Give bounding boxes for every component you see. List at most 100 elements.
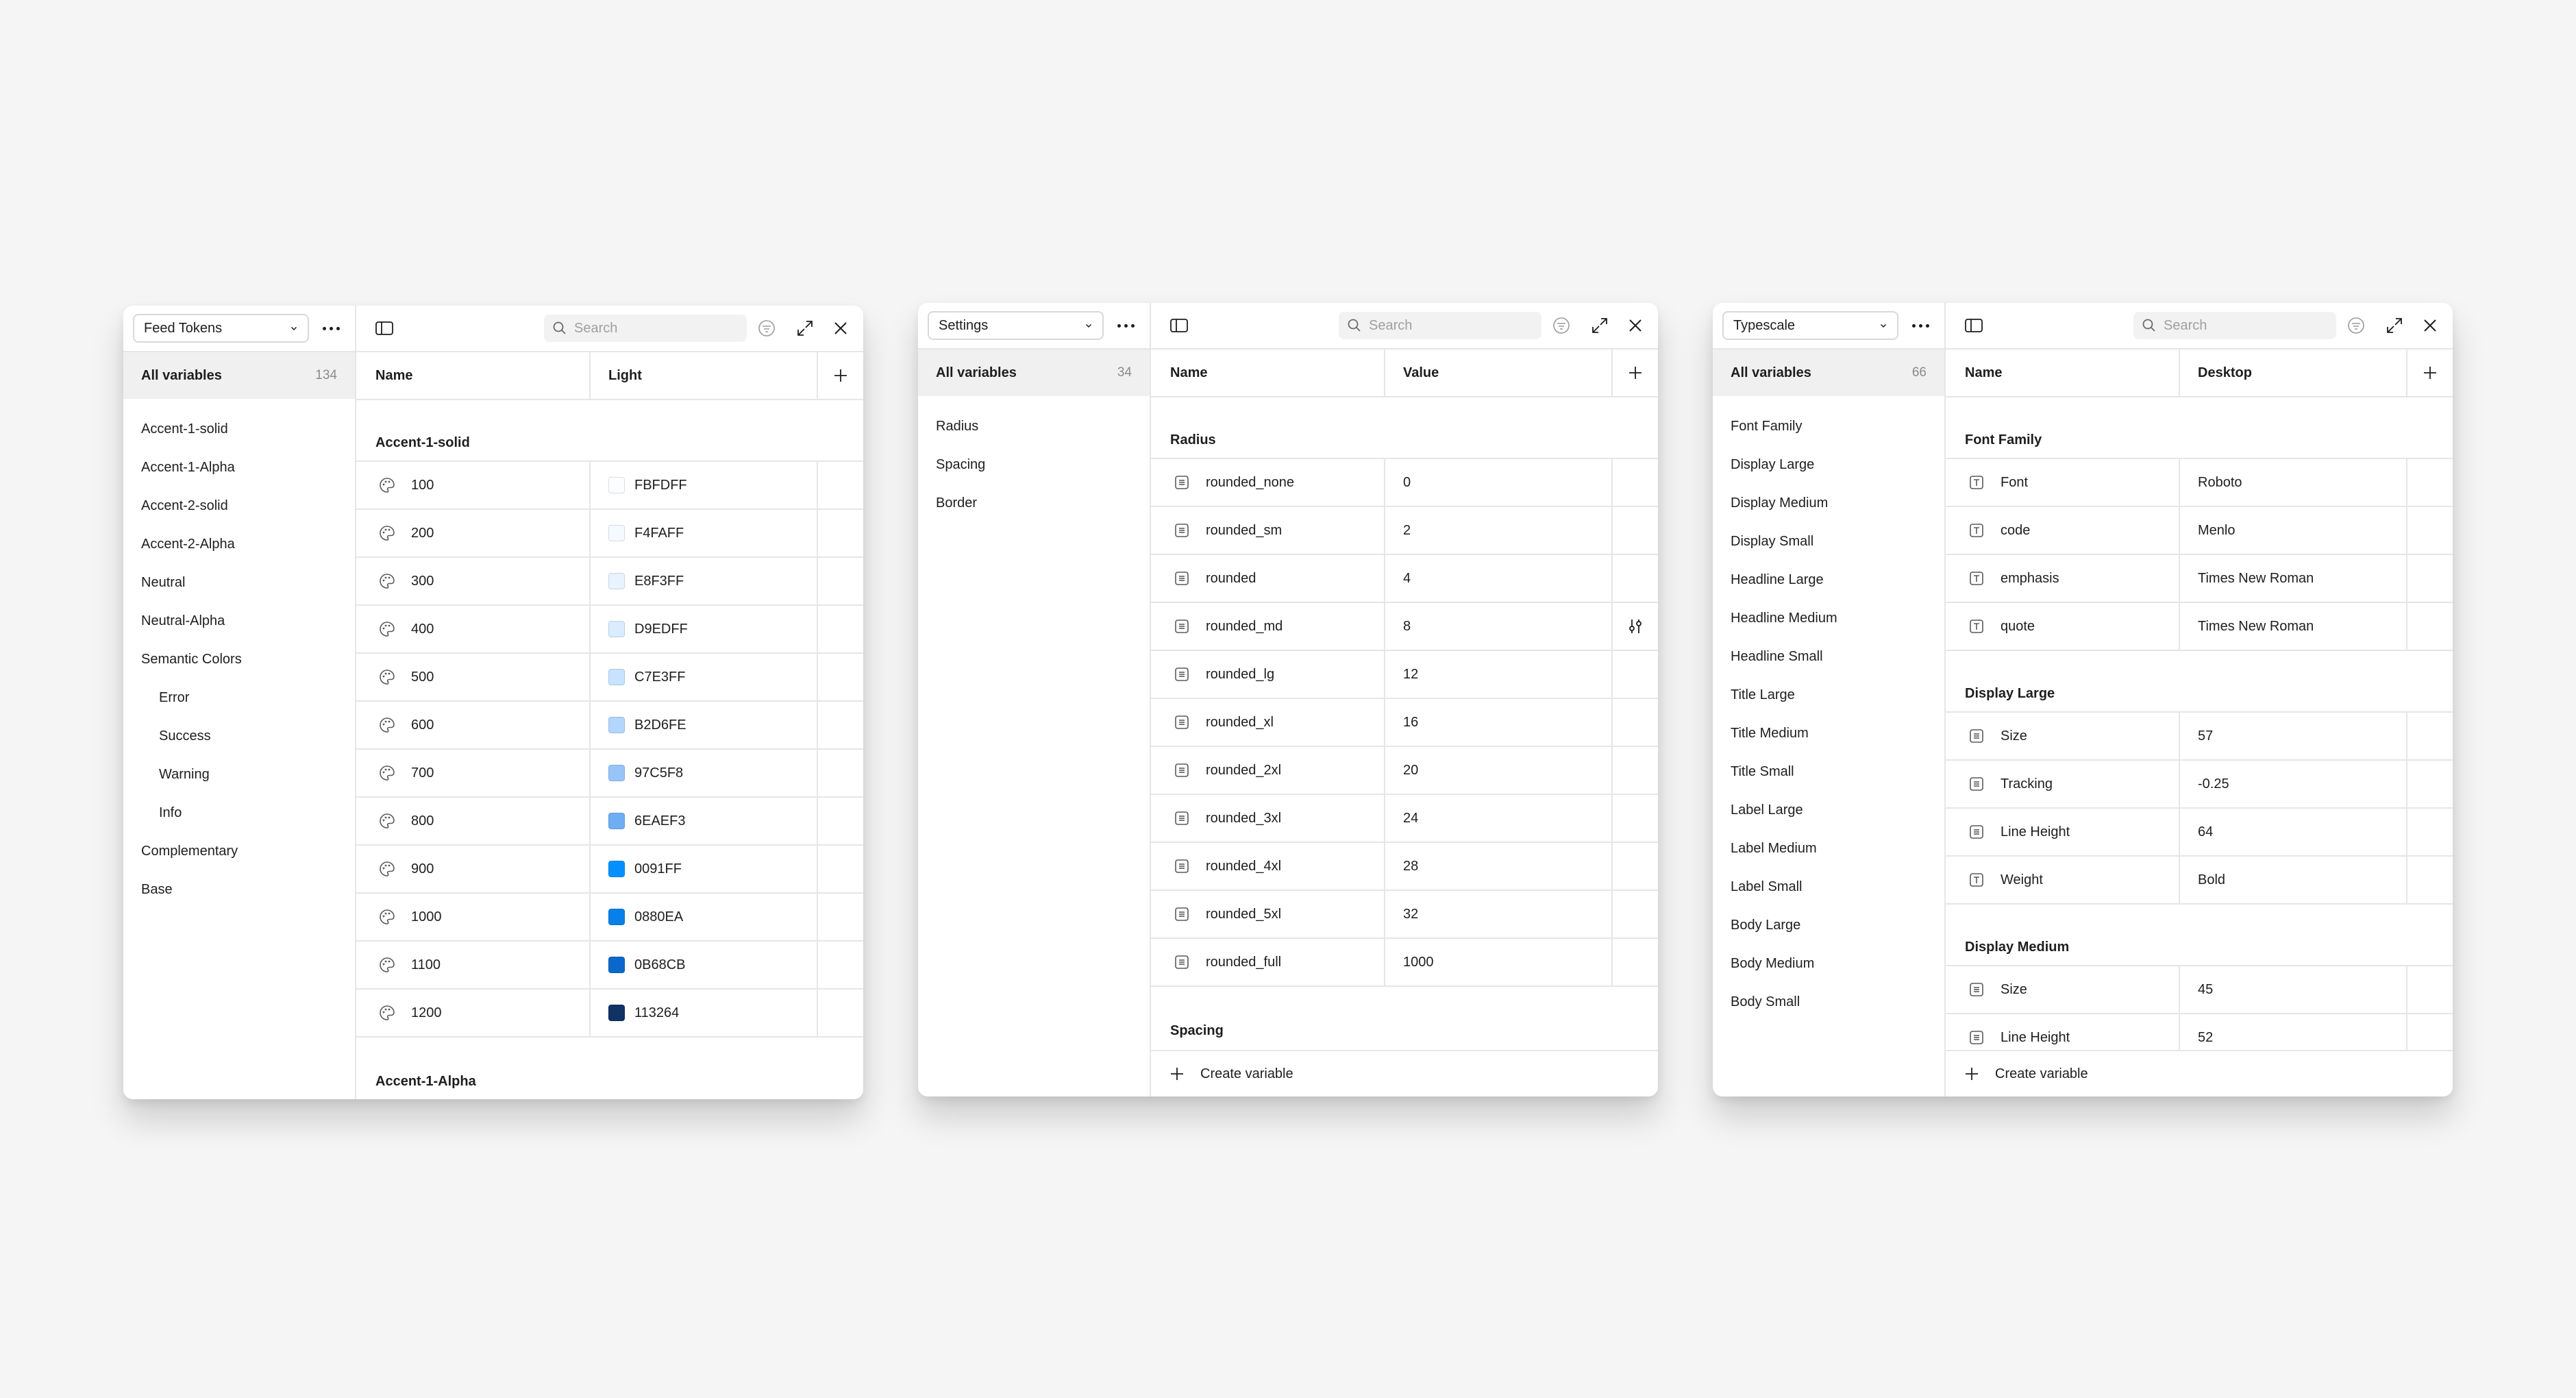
- table-row[interactable]: 700 97C5F8: [356, 750, 863, 798]
- add-mode-button[interactable]: [2407, 350, 2453, 396]
- search-box[interactable]: [1339, 312, 1541, 339]
- search-box[interactable]: [544, 315, 747, 342]
- group-item[interactable]: Headline Medium: [1713, 599, 1944, 637]
- search-input[interactable]: [1369, 317, 1506, 334]
- column-header-name[interactable]: Name: [1946, 350, 2180, 396]
- table-row[interactable]: 400 D9EDFF: [356, 606, 863, 654]
- table-row[interactable]: 500 C7E3FF: [356, 654, 863, 702]
- table-row[interactable]: rounded_lg 12: [1151, 651, 1658, 699]
- column-header-name[interactable]: Name: [356, 352, 591, 399]
- all-variables-item[interactable]: All variables 34: [918, 350, 1150, 396]
- more-options-icon[interactable]: [1907, 323, 1935, 328]
- table-row[interactable]: rounded_3xl 24: [1151, 795, 1658, 843]
- sidebar-toggle-icon[interactable]: [374, 318, 395, 339]
- group-item[interactable]: Accent-2-Alpha: [123, 525, 355, 563]
- table-row[interactable]: 300 E8F3FF: [356, 558, 863, 606]
- table-row[interactable]: Tracking -0.25: [1946, 761, 2453, 809]
- add-mode-button[interactable]: [818, 352, 863, 399]
- table-row[interactable]: Size 57: [1946, 713, 2453, 761]
- expand-icon[interactable]: [2384, 315, 2405, 336]
- table-row[interactable]: Size 45: [1946, 966, 2453, 1014]
- table-row[interactable]: rounded_5xl 32: [1151, 891, 1658, 939]
- group-item[interactable]: Label Medium: [1713, 829, 1944, 868]
- table-row[interactable]: rounded_xl 16: [1151, 699, 1658, 747]
- table-row[interactable]: rounded_sm 2: [1151, 507, 1658, 555]
- sidebar-toggle-icon[interactable]: [1964, 315, 1984, 336]
- table-row[interactable]: 200 F4FAFF: [356, 510, 863, 558]
- table-row[interactable]: 600 B2D6FE: [356, 702, 863, 750]
- group-item[interactable]: Display Large: [1713, 445, 1944, 484]
- table-row[interactable]: Line Height 64: [1946, 809, 2453, 857]
- group-item[interactable]: Label Small: [1713, 868, 1944, 906]
- group-item[interactable]: Error: [123, 678, 355, 717]
- group-item[interactable]: Font Family: [1713, 407, 1944, 445]
- group-item[interactable]: Neutral-Alpha: [123, 602, 355, 640]
- filter-icon[interactable]: [756, 318, 777, 339]
- table-row[interactable]: rounded_2xl 20: [1151, 747, 1658, 795]
- sidebar-toggle-icon[interactable]: [1169, 315, 1189, 336]
- table-row[interactable]: rounded_4xl 28: [1151, 843, 1658, 891]
- collection-dropdown[interactable]: Settings: [928, 311, 1104, 340]
- group-item[interactable]: Title Large: [1713, 676, 1944, 714]
- table-row[interactable]: Font Roboto: [1946, 459, 2453, 507]
- group-item[interactable]: Semantic Colors: [123, 640, 355, 678]
- column-header-mode[interactable]: Light: [591, 352, 818, 399]
- group-item[interactable]: Info: [123, 794, 355, 832]
- group-item[interactable]: Warning: [123, 755, 355, 794]
- collection-dropdown[interactable]: Feed Tokens: [133, 314, 309, 343]
- group-item[interactable]: Neutral: [123, 563, 355, 602]
- group-item[interactable]: Headline Small: [1713, 637, 1944, 676]
- close-icon[interactable]: [1625, 315, 1646, 336]
- group-item[interactable]: Body Large: [1713, 906, 1944, 944]
- group-item[interactable]: Base: [123, 870, 355, 909]
- more-options-icon[interactable]: [317, 326, 345, 330]
- group-item[interactable]: Body Small: [1713, 983, 1944, 1021]
- table-row[interactable]: rounded_md 8: [1151, 603, 1658, 651]
- search-input[interactable]: [2164, 317, 2301, 334]
- group-item[interactable]: Display Medium: [1713, 484, 1944, 522]
- group-item[interactable]: Title Small: [1713, 752, 1944, 791]
- table-row[interactable]: rounded_full 1000: [1151, 939, 1658, 987]
- column-header-mode[interactable]: Desktop: [2180, 350, 2407, 396]
- table-row[interactable]: rounded 4: [1151, 555, 1658, 603]
- group-item[interactable]: Success: [123, 717, 355, 755]
- group-item[interactable]: Spacing: [918, 445, 1150, 484]
- group-item[interactable]: Label Large: [1713, 791, 1944, 829]
- edit-variable-button[interactable]: [1613, 603, 1658, 650]
- table-row[interactable]: 1100 0B68CB: [356, 942, 863, 990]
- all-variables-item[interactable]: All variables 134: [123, 352, 355, 399]
- table-row[interactable]: Weight Bold: [1946, 857, 2453, 905]
- more-options-icon[interactable]: [1112, 323, 1140, 328]
- expand-icon[interactable]: [1589, 315, 1610, 336]
- column-header-name[interactable]: Name: [1151, 350, 1385, 396]
- create-variable-button[interactable]: Create variable: [1151, 1050, 1658, 1096]
- filter-icon[interactable]: [1551, 315, 1572, 336]
- group-item[interactable]: Display Small: [1713, 522, 1944, 561]
- close-icon[interactable]: [2420, 315, 2440, 336]
- group-item[interactable]: Accent-1-solid: [123, 410, 355, 448]
- search-input[interactable]: [574, 320, 711, 336]
- close-icon[interactable]: [830, 318, 851, 339]
- create-variable-button[interactable]: Create variable: [1946, 1050, 2453, 1096]
- filter-icon[interactable]: [2346, 315, 2366, 336]
- group-item[interactable]: Accent-2-solid: [123, 487, 355, 525]
- group-item[interactable]: Title Medium: [1713, 714, 1944, 752]
- add-mode-button[interactable]: [1613, 350, 1658, 396]
- table-row[interactable]: emphasis Times New Roman: [1946, 555, 2453, 603]
- expand-icon[interactable]: [795, 318, 815, 339]
- group-item[interactable]: Accent-1-Alpha: [123, 448, 355, 487]
- column-header-mode[interactable]: Value: [1385, 350, 1613, 396]
- group-item[interactable]: Radius: [918, 407, 1150, 445]
- table-row[interactable]: rounded_none 0: [1151, 459, 1658, 507]
- table-row[interactable]: code Menlo: [1946, 507, 2453, 555]
- table-row[interactable]: 1200 113264: [356, 990, 863, 1038]
- table-row[interactable]: 900 0091FF: [356, 846, 863, 894]
- group-item[interactable]: Headline Large: [1713, 561, 1944, 599]
- all-variables-item[interactable]: All variables 66: [1713, 350, 1944, 396]
- group-item[interactable]: Body Medium: [1713, 944, 1944, 983]
- table-row[interactable]: 100 FBFDFF: [356, 462, 863, 510]
- search-box[interactable]: [2133, 312, 2336, 339]
- table-row[interactable]: quote Times New Roman: [1946, 603, 2453, 651]
- group-item[interactable]: Complementary: [123, 832, 355, 870]
- table-row[interactable]: 800 6EAEF3: [356, 798, 863, 846]
